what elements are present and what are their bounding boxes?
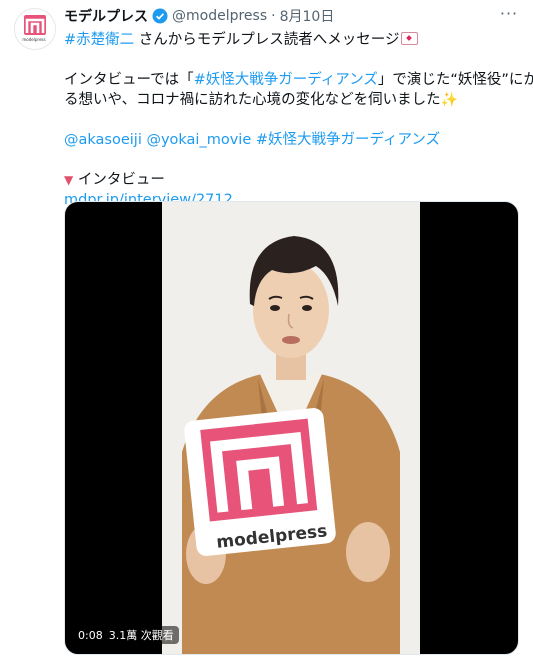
sparkles-emoji: ✨: [440, 92, 459, 108]
video-frame[interactable]: modelpress: [162, 202, 420, 654]
interview-line: ▼ インタビュー: [64, 170, 514, 190]
account-name[interactable]: モデルプレス: [64, 6, 148, 26]
interview-label: インタビュー: [73, 172, 165, 188]
more-options-icon[interactable]: ···: [497, 6, 521, 26]
account-handle[interactable]: @modelpress: [172, 8, 267, 24]
video-stats-overlay: 0:08 3.1萬 次觀看: [73, 626, 179, 644]
tweet-date[interactable]: 8月10日: [280, 6, 335, 26]
avatar[interactable]: [14, 8, 56, 50]
tweet-header: モデルプレス @modelpress · 8月10日: [64, 6, 493, 26]
line2-post: 」で演じた“妖怪役”にかけ: [377, 72, 533, 88]
video-time: 0:08: [78, 628, 103, 642]
avatar-caption: modelpress: [22, 37, 46, 42]
text-line-2: インタビューでは「#妖怪大戦争ガーディアンズ」で演じた“妖怪役”にかけ: [64, 70, 533, 90]
text-line-1: #赤楚衛二 さんからモデルプレス読者へメッセージ: [64, 30, 514, 50]
header-separator: ·: [271, 8, 276, 24]
line1-text: さんからモデルプレス読者へメッセージ: [134, 32, 400, 48]
tweet-card[interactable]: modelpress モデルプレス @modelpress · 8月10日 ··…: [0, 0, 533, 664]
video-thumbnail: modelpress: [162, 202, 420, 654]
line2-pre: インタビューでは「: [64, 72, 194, 88]
mentions-line[interactable]: @akasoeiji @yokai_movie #妖怪大戦争ガーディアンズ: [64, 130, 514, 150]
text-line-3: る想いや、コロナ禍に訪れた心境の変化などを伺いました✨: [64, 90, 514, 110]
video-views: 3.1萬 次觀看: [108, 629, 174, 642]
line3-text: る想いや、コロナ禍に訪れた心境の変化などを伺いました: [64, 92, 441, 108]
heart-triangle-emoji: ▼: [64, 173, 74, 187]
verified-badge-icon: [152, 8, 168, 24]
hashtag-akasoeiji[interactable]: #赤楚衛二: [64, 32, 134, 48]
envelope-heart-emoji: [401, 32, 419, 45]
video-player[interactable]: modelpress 0:08 3.1萬 次觀看: [64, 201, 519, 655]
tweet-text: #赤楚衛二 さんからモデルプレス読者へメッセージ インタビューでは「#妖怪大戦争…: [64, 30, 533, 210]
hashtag-yokai-guardians[interactable]: #妖怪大戦争ガーディアンズ: [194, 72, 378, 88]
